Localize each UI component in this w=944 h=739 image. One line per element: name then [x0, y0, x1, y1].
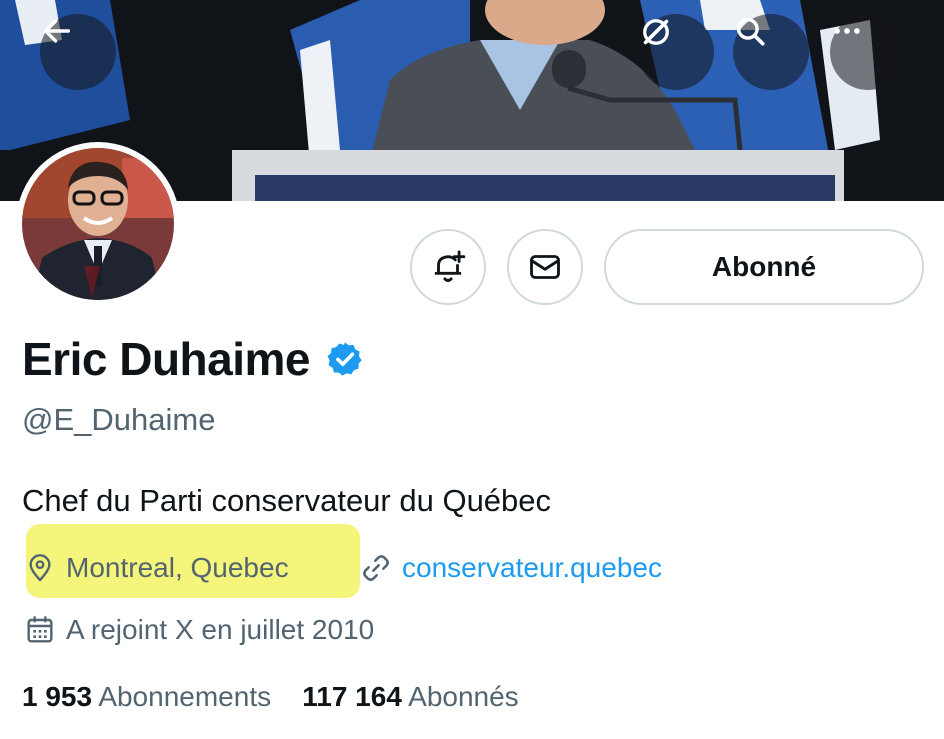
website-row: conservateur.quebec	[360, 552, 662, 584]
avatar-image	[22, 148, 174, 300]
more-dots-icon	[834, 28, 860, 34]
followers-link[interactable]: 117 164 Abonnés	[302, 681, 518, 712]
grok-button[interactable]	[638, 14, 714, 90]
followers-count: 117 164	[302, 681, 402, 712]
search-icon	[736, 17, 765, 46]
search-button[interactable]	[733, 14, 809, 90]
following-link[interactable]: 1 953 Abonnements	[22, 681, 271, 712]
joined-row: A rejoint X en juillet 2010	[24, 614, 374, 646]
message-button[interactable]	[507, 229, 583, 305]
calendar-icon	[27, 616, 53, 643]
notify-button[interactable]	[410, 229, 486, 305]
following-button[interactable]: Abonné	[604, 229, 924, 305]
following-count: 1 953	[22, 681, 93, 712]
profile-location: Montreal, Quebec	[66, 552, 289, 583]
slash-circle-icon	[643, 19, 669, 45]
profile-name: Eric Duhaime	[22, 333, 311, 385]
bell-plus-icon	[434, 250, 466, 282]
location-pin-icon	[29, 554, 51, 582]
profile-name-row: Eric Duhaime	[22, 332, 364, 386]
followers-label: Abonnés	[408, 681, 519, 712]
back-button[interactable]	[40, 14, 116, 90]
profile-handle: @E_Duhaime	[22, 402, 216, 437]
location-row: Montreal, Quebec	[24, 552, 289, 584]
arrow-left-icon	[43, 19, 71, 43]
more-button[interactable]	[830, 14, 906, 90]
profile-website-link[interactable]: conservateur.quebec	[402, 552, 662, 584]
follow-stats: 1 953 Abonnements 117 164 Abonnés	[22, 681, 519, 713]
verified-badge-icon[interactable]	[326, 340, 364, 378]
avatar[interactable]	[16, 142, 180, 306]
mail-icon	[530, 255, 560, 279]
link-icon	[363, 555, 389, 581]
following-label: Abonnements	[98, 681, 272, 712]
profile-bio: Chef du Parti conservateur du Québec	[22, 483, 552, 518]
profile-joined: A rejoint X en juillet 2010	[66, 614, 375, 645]
